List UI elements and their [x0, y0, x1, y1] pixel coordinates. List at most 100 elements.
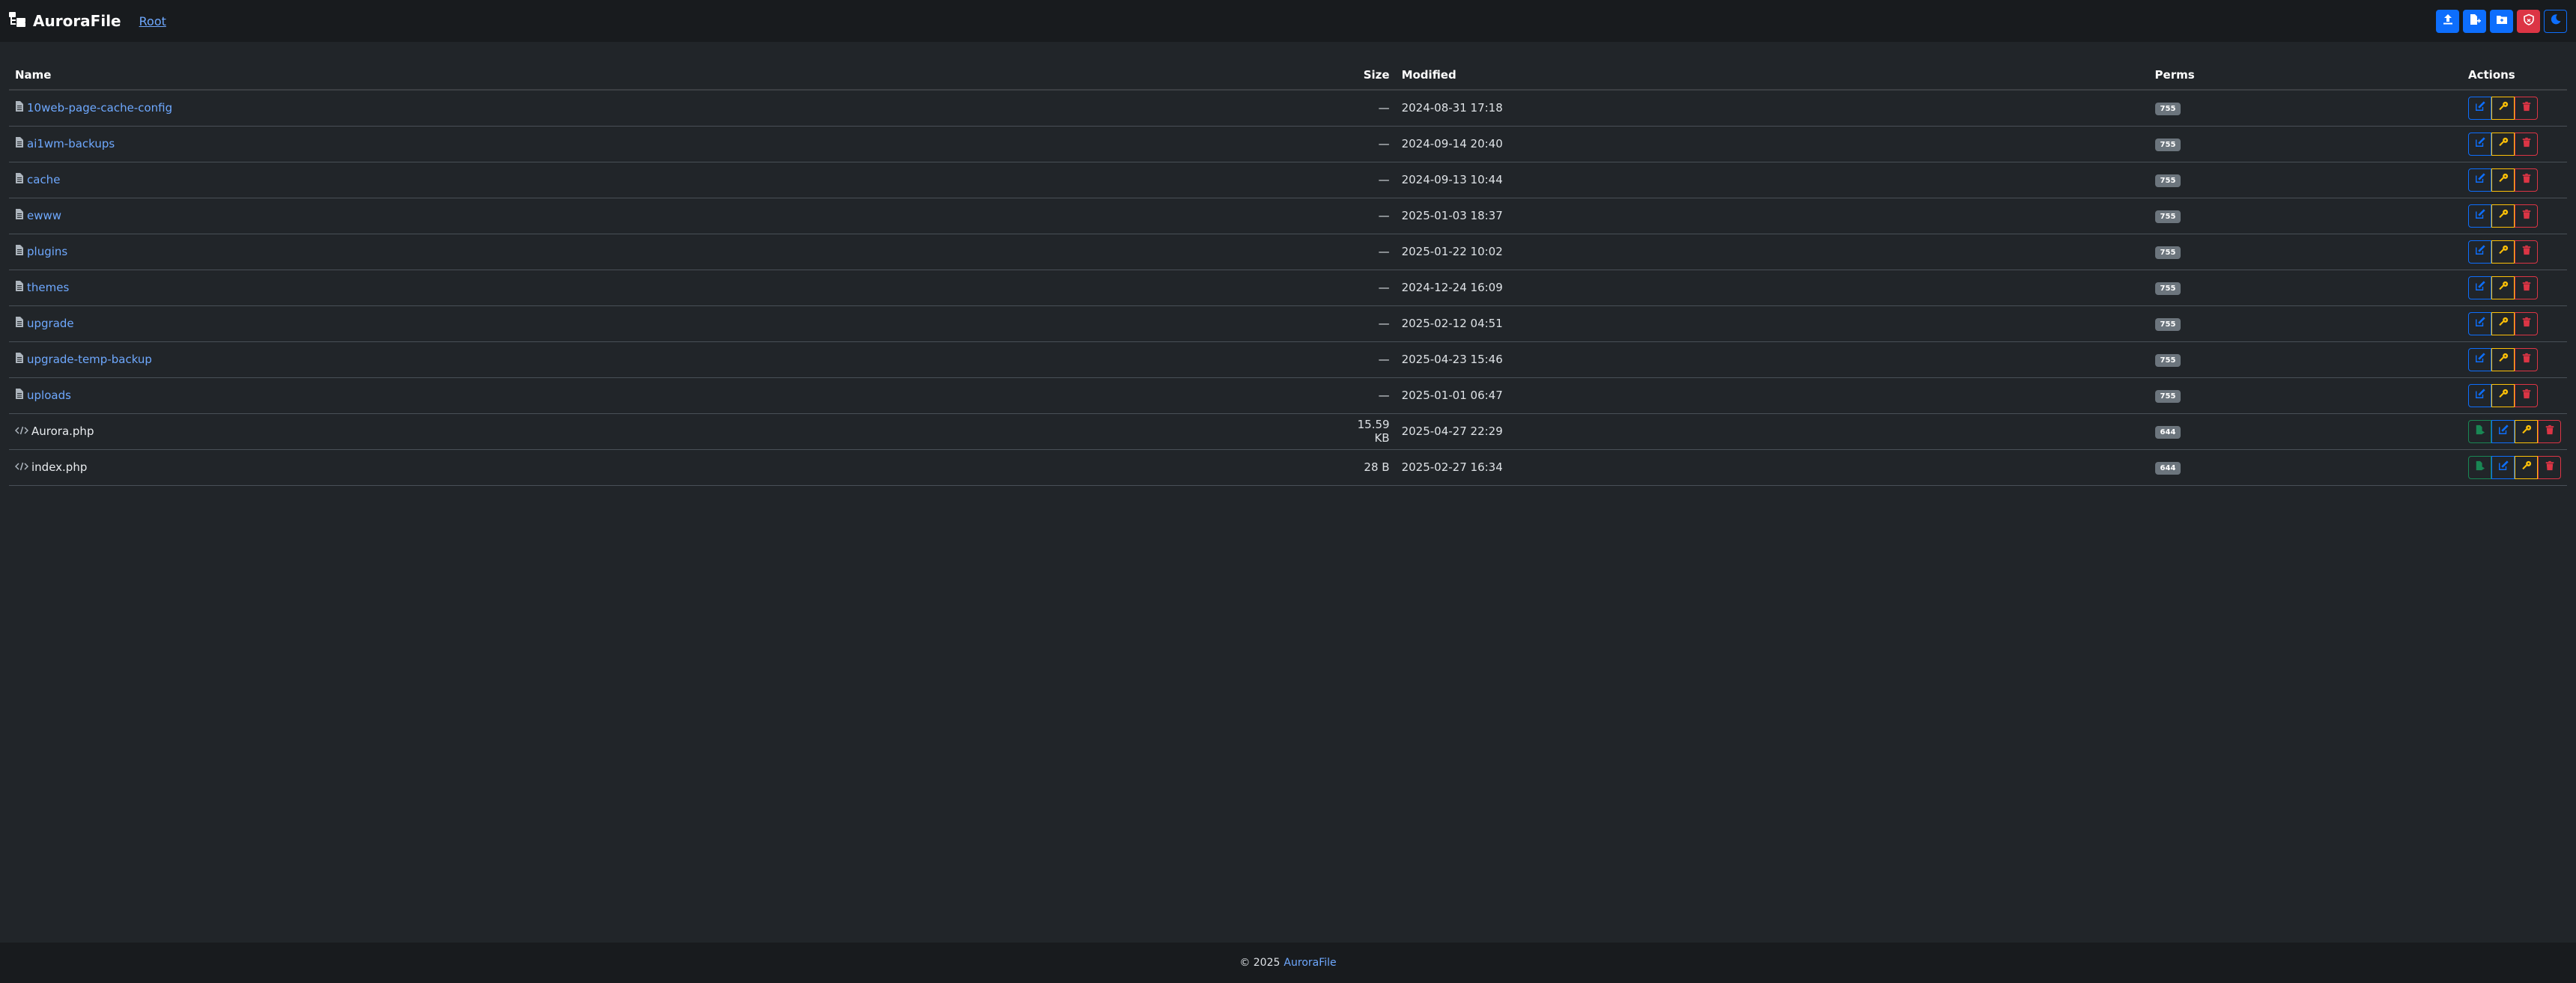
delete-button[interactable] — [2515, 96, 2538, 120]
rename-button[interactable] — [2468, 240, 2491, 264]
delete-button[interactable] — [2538, 455, 2561, 479]
cell-actions — [2462, 198, 2567, 234]
permissions-button[interactable] — [2491, 311, 2515, 335]
permissions-button[interactable] — [2515, 455, 2538, 479]
key-icon — [2521, 460, 2532, 474]
file-name: Aurora.php — [31, 424, 94, 438]
breadcrumb-root-link[interactable]: Root — [139, 14, 166, 28]
delete-button[interactable] — [2515, 276, 2538, 299]
brand-link[interactable]: AuroraFile — [9, 12, 121, 30]
delete-button[interactable] — [2515, 132, 2538, 156]
permissions-button[interactable] — [2491, 96, 2515, 120]
rename-button[interactable] — [2468, 204, 2491, 228]
trash-icon — [2521, 245, 2532, 258]
edit-button[interactable] — [2491, 455, 2515, 479]
new-file-button[interactable] — [2463, 9, 2486, 33]
rename-button[interactable] — [2468, 383, 2491, 407]
delete-button[interactable] — [2538, 419, 2561, 443]
cell-size: — — [1351, 377, 1396, 414]
folder-link[interactable]: plugins — [27, 245, 67, 258]
delete-button[interactable] — [2515, 240, 2538, 264]
cell-size: — — [1351, 198, 1396, 234]
table-row: cache — 2024-09-13 10:44 755 — [9, 162, 2567, 198]
cell-perms: 644 — [2148, 449, 2462, 486]
folder-link[interactable]: upgrade — [27, 317, 74, 330]
perms-badge: 644 — [2154, 426, 2181, 439]
trash-icon — [2521, 173, 2532, 186]
delete-button[interactable] — [2515, 168, 2538, 192]
table-row: 10web-page-cache-config — 2024-08-31 17:18… — [9, 90, 2567, 127]
cell-perms: 755 — [2148, 126, 2462, 162]
cell-name: ai1wm-backups — [9, 126, 1352, 162]
folder-link[interactable]: ai1wm-backups — [27, 137, 115, 150]
brand-name: AuroraFile — [33, 12, 121, 30]
cell-actions — [2462, 341, 2567, 378]
new-folder-button[interactable] — [2490, 9, 2513, 33]
permissions-button[interactable] — [2491, 240, 2515, 264]
permissions-button[interactable] — [2491, 383, 2515, 407]
download-button[interactable] — [2468, 455, 2491, 479]
folder-link[interactable]: cache — [27, 173, 60, 186]
row-actions — [2468, 383, 2561, 407]
security-button[interactable] — [2517, 9, 2540, 33]
edit-icon — [2475, 173, 2485, 186]
folder-link[interactable]: 10web-page-cache-config — [27, 101, 172, 115]
footer-brand-link[interactable]: AuroraFile — [1284, 957, 1336, 969]
rename-button[interactable] — [2468, 168, 2491, 192]
modified-date: 2025-02-12 04:51 — [1401, 317, 1503, 330]
edit-icon — [2475, 389, 2485, 402]
footer: © 2025 AuroraFile — [0, 943, 2576, 983]
cell-actions — [2462, 413, 2567, 450]
permissions-button[interactable] — [2515, 419, 2538, 443]
permissions-button[interactable] — [2491, 347, 2515, 371]
permissions-button[interactable] — [2491, 204, 2515, 228]
row-actions — [2468, 96, 2561, 120]
download-icon — [2475, 424, 2485, 438]
key-icon — [2498, 101, 2509, 115]
folder-link[interactable]: uploads — [27, 389, 71, 402]
new-file-icon — [2469, 13, 2481, 28]
rename-button[interactable] — [2468, 347, 2491, 371]
permissions-button[interactable] — [2491, 168, 2515, 192]
edit-icon — [2475, 209, 2485, 222]
perms-badge: 755 — [2154, 210, 2181, 223]
cell-perms: 755 — [2148, 234, 2462, 270]
rename-button[interactable] — [2468, 276, 2491, 299]
trash-icon — [2521, 137, 2532, 150]
delete-button[interactable] — [2515, 204, 2538, 228]
edit-icon — [2475, 317, 2485, 330]
file-table-container: Name Size Modified Perms Actions 10web-p… — [9, 60, 2567, 486]
toolbar — [2436, 9, 2567, 33]
folder-link[interactable]: themes — [27, 281, 69, 294]
folder-link[interactable]: upgrade-temp-backup — [27, 353, 152, 366]
cell-actions — [2462, 270, 2567, 306]
delete-button[interactable] — [2515, 311, 2538, 335]
delete-button[interactable] — [2515, 383, 2538, 407]
trash-icon — [2521, 101, 2532, 115]
rename-button[interactable] — [2468, 96, 2491, 120]
key-icon — [2498, 209, 2509, 222]
cell-modified: 2025-02-12 04:51 — [1395, 305, 2149, 342]
modified-date: 2024-12-24 16:09 — [1401, 281, 1503, 294]
folder-link[interactable]: ewww — [27, 209, 61, 222]
perms-badge: 755 — [2154, 139, 2181, 151]
cell-actions — [2462, 126, 2567, 162]
download-button[interactable] — [2468, 419, 2491, 443]
file-icon — [15, 281, 24, 294]
cell-size: — — [1351, 90, 1396, 127]
file-icon — [15, 317, 24, 330]
upload-button[interactable] — [2436, 9, 2459, 33]
row-actions — [2468, 347, 2561, 371]
theme-toggle-button[interactable] — [2544, 9, 2567, 33]
edit-button[interactable] — [2491, 419, 2515, 443]
permissions-button[interactable] — [2491, 132, 2515, 156]
row-actions — [2468, 168, 2561, 192]
rename-button[interactable] — [2468, 132, 2491, 156]
cell-name: themes — [9, 270, 1352, 306]
cell-size: — — [1351, 126, 1396, 162]
modified-date: 2024-08-31 17:18 — [1401, 101, 1503, 115]
perms-badge: 755 — [2154, 246, 2181, 259]
rename-button[interactable] — [2468, 311, 2491, 335]
permissions-button[interactable] — [2491, 276, 2515, 299]
delete-button[interactable] — [2515, 347, 2538, 371]
